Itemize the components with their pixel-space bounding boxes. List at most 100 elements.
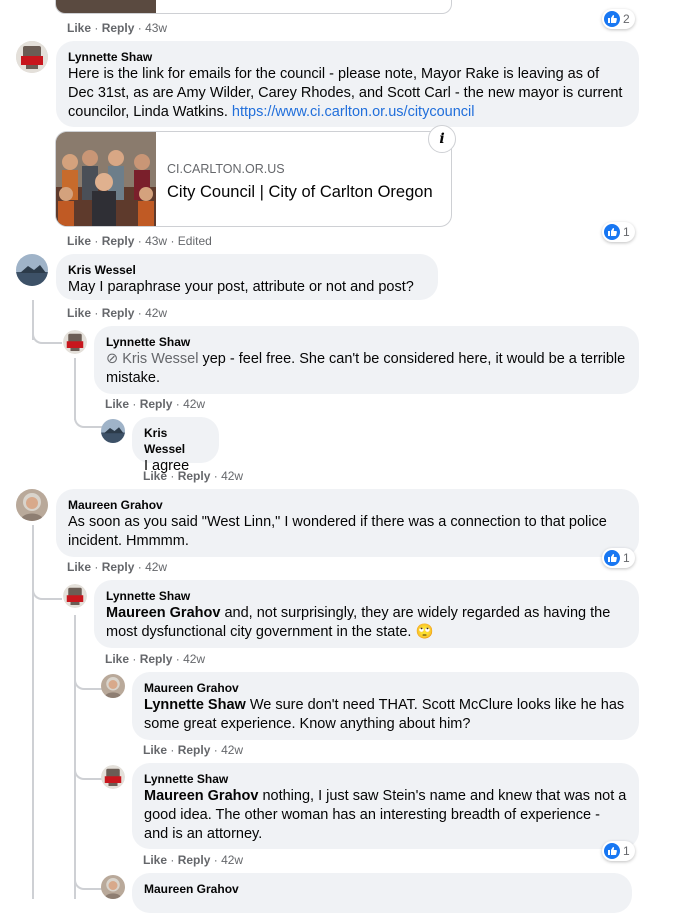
- avatar[interactable]: [101, 419, 125, 443]
- avatar[interactable]: [16, 41, 48, 73]
- link-preview-card[interactable]: CI.CARLTON.OR.US City Council | City of …: [55, 131, 452, 227]
- like-reaction-icon: [604, 843, 620, 859]
- thread-line: [74, 660, 102, 690]
- comment-bubble: Lynnette Shaw Here is the link for email…: [56, 41, 639, 127]
- comment-bubble: Maureen Grahov: [132, 873, 632, 913]
- thread-line: [74, 860, 102, 890]
- comment-actions: Like · Reply · 42w: [105, 397, 206, 411]
- reply-link[interactable]: Reply: [178, 743, 211, 757]
- comment-author[interactable]: Lynnette Shaw: [106, 334, 627, 350]
- comment-actions: Like · Reply · 42w: [67, 306, 168, 320]
- reaction-count[interactable]: 1: [602, 548, 635, 568]
- mention-link[interactable]: Maureen Grahov: [144, 788, 258, 804]
- edited-label[interactable]: Edited: [178, 234, 212, 248]
- reply-link[interactable]: Reply: [102, 560, 135, 574]
- avatar[interactable]: [101, 765, 125, 789]
- recall-logo-icon: [101, 765, 125, 789]
- comment-text: As soon as you said "West Linn," I wonde…: [68, 514, 607, 549]
- reply-link[interactable]: Reply: [178, 853, 211, 867]
- like-link[interactable]: Like: [67, 21, 91, 35]
- avatar[interactable]: [16, 489, 48, 521]
- profile-photo-icon: [16, 489, 48, 521]
- mention-icon: ⊘: [106, 351, 123, 367]
- reply-link[interactable]: Reply: [178, 469, 211, 483]
- thread-line: [74, 750, 102, 780]
- reaction-count[interactable]: 1: [602, 841, 635, 861]
- recall-logo-icon: [16, 41, 48, 73]
- info-icon: i: [439, 131, 445, 147]
- comment-text: Maureen Grahov and, not surprisingly, th…: [106, 605, 611, 640]
- council-link[interactable]: https://www.ci.carlton.or.us/citycouncil: [232, 104, 475, 120]
- comment-actions: Like · Reply · 42w: [143, 469, 244, 483]
- comment-actions: Like · Reply · 42w: [143, 853, 244, 867]
- like-link[interactable]: Like: [67, 560, 91, 574]
- comment-actions: Like · Reply · 43w · Edited: [67, 234, 212, 248]
- comment-text: ⊘ Kris Wessel yep - feel free. She can't…: [106, 351, 626, 386]
- like-link[interactable]: Like: [67, 234, 91, 248]
- link-preview-title: City Council | City of Carlton Oregon: [167, 183, 433, 201]
- comment-text: Lynnette Shaw We sure don't need THAT. S…: [144, 697, 625, 732]
- timestamp[interactable]: 42w: [145, 306, 167, 320]
- profile-photo-icon: [101, 674, 125, 698]
- timestamp[interactable]: 42w: [183, 397, 205, 411]
- info-button[interactable]: i: [428, 125, 456, 153]
- like-link[interactable]: Like: [143, 469, 167, 483]
- timestamp[interactable]: 42w: [183, 652, 205, 666]
- comment-author[interactable]: Maureen Grahov: [144, 881, 620, 897]
- like-link[interactable]: Like: [143, 853, 167, 867]
- mention-link[interactable]: Kris Wessel: [122, 351, 198, 367]
- comment-author[interactable]: Kris Wessel: [144, 425, 207, 457]
- comment-actions: Like · Reply · 42w: [67, 560, 168, 574]
- avatar[interactable]: [63, 584, 87, 608]
- mention-link[interactable]: Lynnette Shaw: [144, 697, 246, 713]
- like-link[interactable]: Like: [67, 306, 91, 320]
- reply-link[interactable]: Reply: [140, 397, 173, 411]
- comment-author[interactable]: Kris Wessel: [68, 262, 426, 278]
- reply-link[interactable]: Reply: [140, 652, 173, 666]
- comment-author[interactable]: Lynnette Shaw: [144, 771, 627, 787]
- eye-roll-emoji-icon: 🙄: [415, 624, 434, 640]
- comment-bubble: Maureen Grahov As soon as you said "West…: [56, 489, 639, 557]
- timestamp[interactable]: 42w: [221, 469, 243, 483]
- comment-actions: Like · Reply · 42w: [143, 743, 244, 757]
- comment-text: May I paraphrase your post, attribute or…: [68, 279, 414, 295]
- comment-text: Here is the link for emails for the coun…: [68, 66, 623, 120]
- timestamp[interactable]: 42w: [221, 743, 243, 757]
- recall-logo-icon: [63, 584, 87, 608]
- profile-photo-icon: [101, 875, 125, 899]
- timestamp[interactable]: 42w: [221, 853, 243, 867]
- reply-link[interactable]: Reply: [102, 306, 135, 320]
- reaction-count[interactable]: 1: [602, 222, 635, 242]
- avatar[interactable]: [101, 875, 125, 899]
- reply-link[interactable]: Reply: [102, 234, 135, 248]
- like-link[interactable]: Like: [105, 397, 129, 411]
- timestamp[interactable]: 43w: [145, 234, 167, 248]
- comment-author[interactable]: Maureen Grahov: [68, 497, 627, 513]
- mention-link[interactable]: Maureen Grahov: [106, 605, 220, 621]
- avatar[interactable]: [63, 330, 87, 354]
- avatar[interactable]: [101, 674, 125, 698]
- link-preview-domain: CI.CARLTON.OR.US: [167, 162, 285, 176]
- truncated-preview-card: [55, 0, 452, 14]
- avatar[interactable]: [16, 254, 48, 286]
- recall-logo-icon: [63, 330, 87, 354]
- thread-line: [32, 570, 62, 600]
- like-reaction-icon: [604, 224, 620, 240]
- comment-actions: Like · Reply · 43w: [67, 21, 168, 35]
- timestamp[interactable]: 42w: [145, 560, 167, 574]
- landscape-photo-icon: [16, 254, 48, 286]
- comment-bubble: Kris Wessel I agree: [132, 417, 219, 474]
- like-link[interactable]: Like: [105, 652, 129, 666]
- timestamp[interactable]: 43w: [145, 21, 167, 35]
- reply-link[interactable]: Reply: [102, 21, 135, 35]
- link-preview-image: [56, 132, 156, 226]
- comment-bubble: Kris Wessel May I paraphrase your post, …: [56, 254, 438, 300]
- like-link[interactable]: Like: [143, 743, 167, 757]
- comment-author[interactable]: Maureen Grahov: [144, 680, 627, 696]
- comment-bubble: Lynnette Shaw Maureen Grahov nothing, I …: [132, 763, 639, 849]
- comment-bubble: Lynnette Shaw Maureen Grahov and, not su…: [94, 580, 639, 648]
- comment-author[interactable]: Lynnette Shaw: [106, 588, 627, 604]
- comment-author[interactable]: Lynnette Shaw: [68, 49, 627, 65]
- comment-text: Maureen Grahov nothing, I just saw Stein…: [144, 788, 627, 842]
- reaction-count[interactable]: 2: [602, 9, 635, 29]
